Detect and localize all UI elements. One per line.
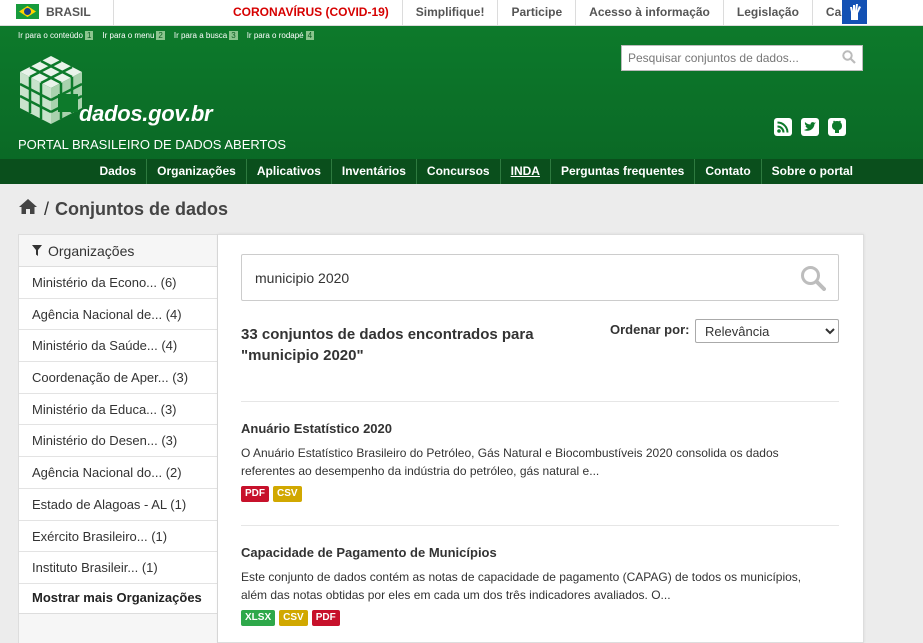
gov-country-label: BRASIL: [46, 4, 91, 19]
vlibras-hand-icon[interactable]: [842, 0, 867, 24]
nav-item-inda[interactable]: INDA: [499, 159, 550, 184]
portal-name: PORTAL BRASILEIRO DE DADOS ABERTOS: [18, 137, 287, 152]
dataset-title[interactable]: Capacidade de Pagamento de Municípios: [241, 545, 821, 560]
gov-links: CORONAVÍRUS (COVID-19) Simplifique! Part…: [220, 0, 878, 26]
gov-divider: [113, 0, 114, 26]
dataset-description: Este conjunto de dados contém as notas d…: [241, 570, 802, 602]
home-icon[interactable]: [18, 198, 38, 220]
format-badge-pdf[interactable]: PDF: [311, 610, 340, 626]
site-logo-text[interactable]: dados.gov.br: [79, 101, 213, 127]
show-more-organizations-link[interactable]: Mostrar mais Organizações: [19, 583, 217, 614]
next-facet-heading: [19, 613, 217, 643]
site-logo-cube[interactable]: [18, 54, 84, 129]
search-icon[interactable]: [842, 50, 856, 67]
social-links: [774, 118, 846, 136]
format-badge-csv[interactable]: CSV: [279, 610, 308, 626]
search-results-panel: 33 conjuntos de dados encontrados para "…: [218, 234, 864, 643]
brazil-flag-icon: [16, 4, 39, 19]
facet-item[interactable]: Coordenação de Aper... (3): [19, 362, 217, 394]
format-badge-csv[interactable]: CSV: [273, 486, 302, 502]
facet-sidebar: Organizações Ministério da Econo... (6) …: [18, 234, 218, 643]
rss-icon[interactable]: [774, 118, 792, 136]
facet-heading: Organizações: [19, 235, 217, 267]
nav-item-sobre-o-portal[interactable]: Sobre o portal: [760, 159, 863, 184]
nav-item-contato[interactable]: Contato: [694, 159, 760, 184]
breadcrumb-separator: /: [44, 198, 50, 219]
dataset-title[interactable]: Anuário Estatístico 2020: [241, 421, 821, 436]
results-count: 33 conjuntos de dados encontrados para "…: [241, 326, 534, 364]
skip-links: Ir para o conteúdo 1 Ir para o menu 2 Ir p…: [18, 31, 315, 40]
skip-link-search[interactable]: Ir para a busca 3: [174, 31, 238, 40]
nav-item-concursos[interactable]: Concursos: [415, 159, 500, 184]
page-title[interactable]: Conjuntos de dados: [55, 199, 228, 220]
format-badge-pdf[interactable]: PDF: [241, 486, 269, 502]
dataset-search: [241, 254, 839, 301]
order-by-select[interactable]: Relevância: [695, 319, 839, 343]
main-nav: Dados Organizações Aplicativos Inventári…: [0, 159, 923, 184]
nav-item-aplicativos[interactable]: Aplicativos: [245, 159, 331, 184]
facet-item[interactable]: Ministério da Saúde... (4): [19, 330, 217, 363]
divider: [241, 401, 839, 402]
divider: [241, 525, 839, 526]
facet-item[interactable]: Ministério da Econo... (6): [19, 267, 217, 299]
skip-link-footer[interactable]: Ir para o rodapé 4: [247, 31, 315, 40]
format-badges: XLSX CSV PDF: [241, 610, 821, 626]
gov-link-simplifique[interactable]: Simplifique!: [401, 0, 498, 26]
gov-brasil-link[interactable]: BRASIL: [16, 4, 91, 19]
gov-link-acesso-informacao[interactable]: Acesso à informação: [575, 0, 723, 26]
format-badges: PDF CSV: [241, 486, 821, 502]
skip-link-content[interactable]: Ir para o conteúdo 1: [18, 31, 94, 40]
twitter-icon[interactable]: [801, 118, 819, 136]
format-badge-xlsx[interactable]: XLSX: [241, 610, 276, 626]
dataset-search-input[interactable]: [242, 255, 782, 300]
gov-link-legislacao[interactable]: Legislação: [722, 0, 812, 26]
dataset-item: Anuário Estatístico 2020 O Anuário Estat…: [241, 421, 821, 502]
gov-link-covid[interactable]: CORONAVÍRUS (COVID-19): [220, 0, 402, 26]
skip-link-menu[interactable]: Ir para o menu 2: [102, 31, 165, 40]
search-icon[interactable]: [800, 265, 826, 294]
facet-item[interactable]: Agência Nacional de... (4): [19, 298, 217, 331]
dataset-description: O Anuário Estatístico Brasileiro do Petr…: [241, 446, 779, 478]
site-header: Ir para o conteúdo 1 Ir para o menu 2 Ir p…: [0, 26, 923, 184]
facet-item[interactable]: Ministério do Desen... (3): [19, 425, 217, 458]
gov-link-participe[interactable]: Participe: [497, 0, 575, 26]
nav-item-organizacoes[interactable]: Organizações: [146, 159, 246, 184]
nav-item-dados[interactable]: Dados: [89, 159, 146, 184]
breadcrumb: / Conjuntos de dados: [18, 198, 228, 220]
gov-top-bar: BRASIL CORONAVÍRUS (COVID-19) Simplifiqu…: [0, 0, 923, 26]
facet-item[interactable]: Ministério da Educa... (3): [19, 393, 217, 426]
facet-heading-label: Organizações: [48, 242, 135, 259]
nav-item-inventarios[interactable]: Inventários: [330, 159, 416, 184]
nav-item-perguntas-frequentes[interactable]: Perguntas frequentes: [549, 159, 694, 184]
filter-icon: [32, 243, 42, 259]
header-search-input[interactable]: [622, 46, 827, 70]
dataset-item: Capacidade de Pagamento de Municípios Es…: [241, 545, 821, 626]
facet-item[interactable]: Estado de Alagoas - AL (1): [19, 488, 217, 521]
facet-item[interactable]: Instituto Brasileir... (1): [19, 552, 217, 584]
order-by-label: Ordenar por:: [610, 322, 690, 337]
header-search: [621, 45, 863, 71]
facet-item[interactable]: Exército Brasileiro... (1): [19, 520, 217, 553]
github-icon[interactable]: [828, 118, 846, 136]
facet-item[interactable]: Agência Nacional do... (2): [19, 457, 217, 489]
